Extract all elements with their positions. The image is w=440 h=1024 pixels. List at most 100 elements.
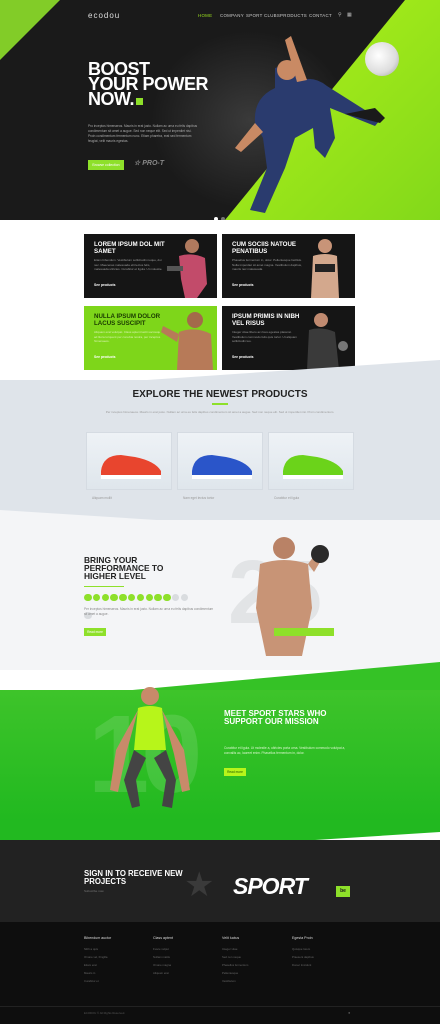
footer-link[interactable]: Pellentesque — [222, 969, 282, 977]
products-title: EXPLORE THE NEWEST PRODUCTS — [132, 389, 308, 400]
sneaker-image — [283, 455, 343, 479]
category-card[interactable]: NULLA IPSUM DOLOR LACUS SUSCIPIT Aliquam… — [84, 306, 217, 370]
footer-column-title: Egesta Proin — [292, 936, 313, 940]
social-icon[interactable]: ● — [348, 1010, 350, 1015]
progress-line — [84, 586, 124, 587]
soccer-ball-image — [365, 42, 399, 76]
product-card[interactable] — [268, 432, 354, 490]
see-products-link[interactable]: See products — [232, 283, 253, 287]
footer — [0, 922, 440, 1024]
progress-dot — [84, 593, 92, 601]
footer-link[interactable]: Fusce vulput — [153, 945, 213, 953]
title-underline — [212, 403, 228, 405]
progress-dot — [101, 593, 110, 601]
sport-stars-title: MEET SPORT STARS WHO SUPPORT OUR MISSION — [224, 709, 327, 726]
athlete-image — [161, 312, 213, 370]
sport-stars-text: Curabitur et ligula. Ut molestie a, ultr… — [224, 746, 346, 755]
signin-subscribe-link[interactable]: Subscribe now — [84, 889, 104, 893]
footer-link[interactable]: Etiam erat — [84, 961, 144, 969]
footer-link[interactable]: Quisque lorem — [292, 945, 352, 953]
product-card[interactable] — [177, 432, 263, 490]
stars-read-more-button[interactable]: Read more — [224, 768, 246, 776]
nav-company[interactable]: COMPANY — [220, 13, 244, 18]
category-card[interactable]: CUM SOCIIS NATOUE PENATIBUS Phasellus fe… — [222, 234, 355, 298]
progress-dot — [110, 593, 118, 601]
category-card[interactable]: LOREM IPSUM DOL MIT SAMET Etiam bibendum… — [84, 234, 217, 298]
footer-link[interactable]: Nullam mattis — [153, 953, 213, 961]
footer-link[interactable]: Curabitur et — [84, 977, 144, 985]
card-text: Phasellus fermentum in, dolor. Pellentes… — [232, 258, 302, 271]
category-cards-section — [0, 220, 440, 380]
performance-read-more-button[interactable]: Read more — [84, 628, 106, 636]
top-navigation: ecodou HOME COMPANY SPORT CLUBS PRODUCTS… — [0, 0, 440, 30]
progress-dot — [163, 593, 171, 601]
progress-dot — [171, 593, 180, 601]
footer-column: Class aptent Fusce vulput Nullam mattis … — [153, 936, 213, 977]
signin-section — [0, 840, 440, 922]
athlete-image — [307, 313, 348, 370]
cart-icon[interactable]: ▦ — [347, 12, 353, 18]
performance-progress — [84, 588, 194, 624]
sneaker-image — [101, 455, 161, 479]
footer-link[interactable]: Integer vitae — [222, 945, 282, 953]
performance-text: Per inceptos himenaeos. Mauris in erat j… — [84, 607, 214, 616]
footer-link[interactable]: Phasellus fermentum — [222, 961, 282, 969]
athlete-image — [311, 239, 339, 298]
progress-dot — [119, 593, 127, 601]
footer-column-title: Velit luctus — [222, 936, 240, 940]
footer-link[interactable]: Nibh a quis — [84, 945, 144, 953]
footer-link[interactable]: Sed non neque — [222, 953, 282, 961]
performance-section — [0, 520, 440, 670]
card-text: Integer vitae libero ac risus egestas pl… — [232, 330, 297, 343]
progress-dot — [136, 593, 145, 601]
site-logo[interactable]: ecodou — [88, 11, 120, 20]
sport-stars-section — [0, 690, 440, 830]
signin-title: SIGN IN TO RECEIVE NEW PROJECTS — [84, 869, 183, 886]
footer-column-title: Bibendum auctor — [84, 936, 112, 940]
footer-link[interactable]: Vestibulum — [222, 977, 282, 985]
progress-dot — [154, 593, 162, 601]
female-athlete-image — [110, 687, 190, 808]
footer-link[interactable]: Ornare vel, fringilla — [84, 953, 144, 961]
see-products-link[interactable]: See products — [94, 283, 115, 287]
see-products-link[interactable]: See products — [94, 355, 115, 359]
products-description: Per inceptos himenaeos. Mauris in erat j… — [105, 410, 335, 414]
progress-dot — [180, 593, 189, 601]
footer-column: Bibendum auctor Nibh a quis Ornare vel, … — [84, 936, 144, 985]
nav-contact[interactable]: CONTACT — [309, 13, 332, 18]
product-card[interactable] — [86, 432, 172, 490]
footer-column-title: Class aptent — [153, 936, 173, 940]
progress-dot — [127, 593, 136, 601]
footer-link[interactable]: Mauris in — [84, 969, 144, 977]
progress-dot — [145, 593, 154, 601]
see-products-link[interactable]: See products — [232, 355, 253, 359]
hero-description: Pro inceptos himenaeos. Mauris in erat j… — [88, 124, 198, 143]
product-label[interactable]: Curabitur et ligula — [274, 496, 299, 500]
footer-link[interactable]: Aliquam erat — [153, 969, 213, 977]
progress-dot — [92, 593, 101, 601]
performance-title: BRING YOUR PERFORMANCE TO HIGHER LEVEL — [84, 555, 164, 581]
browse-collection-button[interactable]: Browse collection — [88, 160, 124, 170]
product-label[interactable]: Aliquam mollit — [92, 496, 112, 500]
category-card[interactable]: IPSUM PRIMIS IN NIBH VEL RISUS Integer v… — [222, 306, 355, 370]
card-text: Aliquam erat volutpat. Class aptent taci… — [94, 330, 161, 343]
pro-badge: ☆ PRO-T — [134, 160, 165, 167]
nav-products[interactable]: PRODUCTS — [280, 13, 307, 18]
muscular-man-image — [256, 537, 334, 656]
footer-link[interactable]: Praesent dapibus — [292, 953, 352, 961]
nav-home[interactable]: HOME — [198, 13, 212, 18]
card-text: Etiam bibendum. Vestibulum sollicitudin … — [94, 258, 163, 271]
footer-link[interactable]: Ornare magna — [153, 961, 213, 969]
star-icon: ★ — [184, 866, 215, 904]
sport-brand-suffix: be — [336, 886, 350, 897]
athlete-image — [167, 239, 207, 298]
product-label[interactable]: Nam eget lectus tortor — [183, 496, 214, 500]
footer-column: Egesta Proin Quisque lorem Praesent dapi… — [292, 936, 352, 969]
sneaker-image — [192, 455, 252, 479]
footer-link[interactable]: Donec tincidunt — [292, 961, 352, 969]
search-icon[interactable]: ⚲ — [338, 12, 344, 18]
nav-sport-clubs[interactable]: SPORT CLUBS — [246, 13, 280, 18]
copyright-text: ECODOU © All Rights Reserved. — [84, 1011, 126, 1015]
footer-column: Velit luctus Integer vitae Sed non neque… — [222, 936, 282, 985]
sport-brand-logo: SPORT — [233, 873, 308, 899]
